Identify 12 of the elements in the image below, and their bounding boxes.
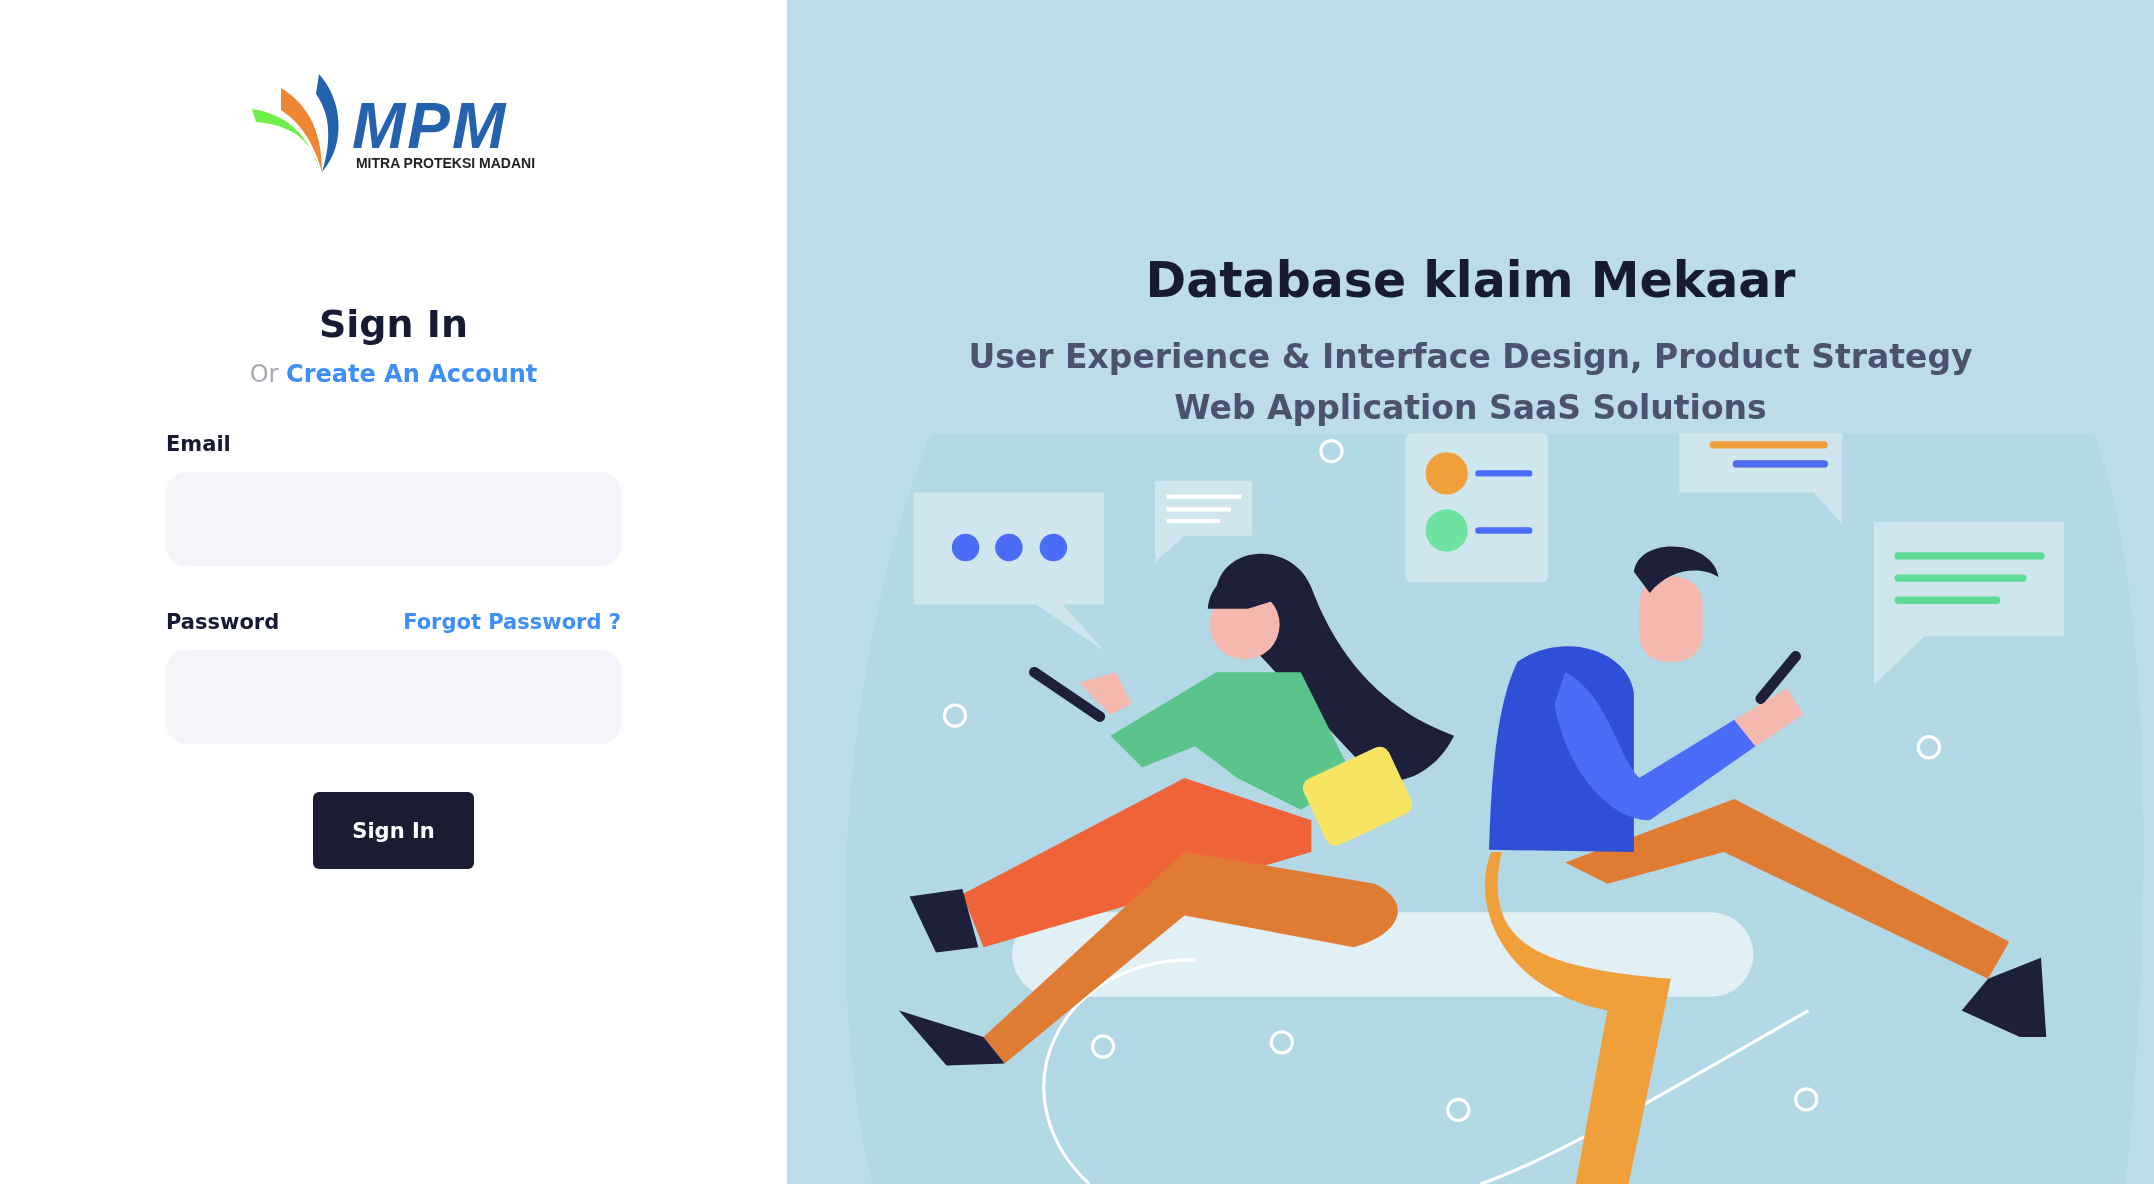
or-text: Or	[249, 360, 279, 388]
forgot-password-link[interactable]: Forgot Password ?	[403, 610, 621, 634]
hero-subtitle: User Experience & Interface Design, Product Strategy	[968, 336, 1973, 378]
sign-in-button[interactable]: Sign In	[313, 792, 474, 869]
hero-subtitle: Web Application SaaS Solutions	[1174, 387, 1767, 429]
hero-title: Database klaim Mekaar	[1145, 252, 1796, 309]
logo-tagline: MITRA PROTEKSI MADANI	[355, 154, 536, 172]
logo-wordmark: MPM	[351, 98, 508, 154]
create-account-link[interactable]: Create An Account	[286, 360, 538, 388]
field-label: Password	[166, 610, 280, 634]
field-label: Email	[166, 432, 231, 456]
sign-in-title: Sign In	[318, 302, 469, 346]
